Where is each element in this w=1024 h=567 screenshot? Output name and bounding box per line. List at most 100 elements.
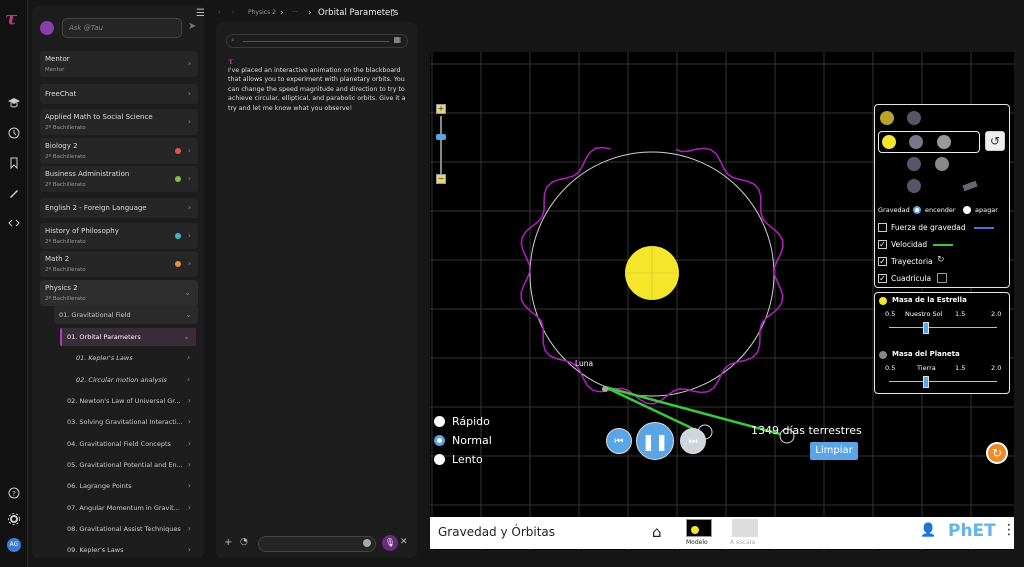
tree-item-circular-motion[interactable]: 02. Circular motion analysis ›: [76, 371, 196, 389]
collapse-sidebar-icon[interactable]: ☰: [196, 8, 205, 19]
star-mass-slider-thumb[interactable]: [923, 322, 929, 334]
sidebar-item-physics[interactable]: Physics 2 2º Bachillerato ⌄: [40, 280, 198, 306]
grid-checkbox[interactable]: ✓: [878, 274, 887, 283]
chevron-right-icon: ›: [187, 174, 191, 183]
tick-label: 1.5: [955, 364, 966, 372]
svg-text:?: ?: [12, 490, 16, 498]
pen-icon[interactable]: [6, 186, 22, 202]
history-icon[interactable]: [6, 126, 22, 142]
sidebar-item-mentor[interactable]: Mentor Mentor ›: [40, 51, 198, 77]
user-avatar[interactable]: AG: [7, 538, 21, 552]
tree-item-newtons-law[interactable]: 02. Newton's Law of Universal Gr... ›: [67, 392, 197, 410]
chat-bubble-icon[interactable]: ◔: [240, 537, 248, 547]
breadcrumb-separator: ›: [308, 8, 312, 18]
screen-scale-thumb[interactable]: [732, 519, 758, 537]
sidebar-item-philosophy[interactable]: History of Philosophy 2º Bachillerato ›: [40, 223, 198, 249]
add-icon[interactable]: +: [224, 537, 232, 548]
sidebar-item-applied-math[interactable]: Applied Math to Social Science 2º Bachil…: [40, 109, 198, 135]
tutor-avatar: [40, 21, 54, 35]
pause-button[interactable]: ❚❚: [636, 422, 674, 460]
help-icon[interactable]: ?: [6, 486, 22, 502]
sidebar-item-biology[interactable]: Biology 2 2º Bachillerato ›: [40, 138, 198, 164]
path-checkbox[interactable]: ✓: [878, 257, 887, 266]
sidebar-item-freechat[interactable]: FreeChat ›: [40, 84, 198, 104]
tau-logo[interactable]: τ: [5, 8, 17, 29]
breadcrumb-ellipsis[interactable]: ···: [292, 6, 298, 20]
tree-item-orbital-parameters[interactable]: 01. Orbital Parameters ⌄: [60, 328, 196, 346]
ask-input[interactable]: Ask @Tau: [62, 18, 182, 38]
velocity-checkbox[interactable]: ✓: [878, 240, 887, 249]
planet-mass-track: [889, 381, 997, 382]
preset-sun-icon[interactable]: [880, 111, 894, 125]
speed-radio-normal[interactable]: [434, 435, 445, 446]
tree-item-assist-techniques[interactable]: 08. Gravitational Assist Techniques ›: [67, 520, 197, 538]
rewind-button[interactable]: ⏮: [606, 428, 632, 454]
qr-icon[interactable]: ▦: [393, 35, 401, 44]
planet-mass-slider-thumb[interactable]: [923, 376, 929, 388]
tree-item-field-concepts[interactable]: 04. Gravitational Field Concepts ›: [67, 435, 197, 453]
bookmark-icon[interactable]: [6, 156, 22, 172]
mute-icon[interactable]: ✕: [400, 537, 408, 547]
gravity-force-checkbox[interactable]: [878, 223, 887, 232]
preset-selected[interactable]: [878, 131, 980, 153]
sidebar-item-label: Biology 2: [45, 142, 78, 150]
emoji-icon[interactable]: [363, 539, 371, 547]
menu-icon[interactable]: ⋮: [1002, 522, 1016, 538]
tree-item-potential-energy[interactable]: 05. Gravitational Potential and En... ›: [67, 456, 197, 474]
star-mass-title: Masa de la Estrella: [892, 296, 967, 304]
microphone-icon[interactable]: 🎙: [382, 535, 398, 551]
sidebar-item-business[interactable]: Business Administration 2º Bachillerato …: [40, 166, 198, 192]
phet-sim-canvas[interactable]: + − Luna 1349 días terrestres Limpiar Rá…: [430, 52, 1014, 550]
chat-search-bar[interactable]: ⌕ ▦: [226, 34, 408, 48]
clear-button[interactable]: Limpiar: [810, 442, 858, 460]
chevron-right-icon: ›: [187, 417, 191, 426]
speed-radio-fast[interactable]: [434, 416, 445, 427]
forward-icon[interactable]: ›: [232, 6, 234, 20]
sidebar-item-english[interactable]: English 2 - Foreign Language ›: [40, 198, 198, 218]
screen-scale-label: A escala: [730, 539, 756, 546]
checkbox-label: Trayectoria: [891, 257, 933, 266]
sidebar-item-sub: 2º Bachillerato: [45, 154, 86, 160]
breadcrumb-course[interactable]: Physics 2: [248, 6, 276, 20]
gravity-on-radio[interactable]: [913, 206, 921, 214]
tree-item-angular-momentum[interactable]: 07. Angular Momentum in Gravit... ›: [67, 499, 197, 517]
planet[interactable]: [602, 386, 608, 392]
speed-label: Lento: [452, 453, 483, 466]
bookmark-icon[interactable]: ▯: [390, 8, 395, 18]
tree-item-label: 01. Gravitational Field: [59, 311, 131, 319]
home-icon[interactable]: ⌂: [652, 523, 662, 541]
preset-planet-icon[interactable]: [907, 111, 921, 125]
tree-item-solving-gravitational[interactable]: 03. Solving Gravitational Interacti... ›: [67, 413, 197, 431]
preset-planet-icon[interactable]: [907, 179, 921, 193]
tree-item-lagrange-points[interactable]: 06. Lagrange Points ›: [67, 477, 197, 495]
breadcrumb-separator: ›: [280, 8, 284, 18]
send-icon[interactable]: ➤: [188, 21, 196, 32]
accessibility-icon[interactable]: 👤: [920, 523, 936, 538]
gear-icon[interactable]: [6, 512, 22, 528]
undo-button[interactable]: ↺: [985, 131, 1005, 151]
tree-item-label: 09. Kepler's Laws: [67, 546, 124, 554]
gravity-off-radio[interactable]: [963, 206, 971, 214]
checkbox-label: Cuadrícula: [891, 274, 932, 283]
sun-icon: [691, 526, 699, 534]
speed-radio-slow[interactable]: [434, 454, 445, 465]
tree-item-gravitational-field[interactable]: 01. Gravitational Field ⌄: [54, 306, 198, 324]
phet-logo[interactable]: PhET: [948, 521, 996, 541]
message-input[interactable]: [258, 536, 376, 552]
back-icon[interactable]: ‹: [218, 6, 220, 20]
preset-moon-icon[interactable]: [935, 157, 949, 171]
screen-model-thumb[interactable]: [686, 519, 712, 537]
code-icon[interactable]: [6, 216, 22, 232]
tree-item-keplers-laws-2[interactable]: 09. Kepler's Laws ›: [67, 541, 197, 558]
step-forward-button[interactable]: ⏭: [680, 428, 706, 454]
chevron-right-icon: ›: [186, 353, 190, 362]
tree-item-label: 04. Gravitational Field Concepts: [67, 440, 171, 448]
speed-label: Normal: [452, 434, 492, 447]
tree-item-keplers-laws[interactable]: 01. Kepler's Laws ›: [76, 349, 196, 367]
preset-planet-icon[interactable]: [907, 157, 921, 171]
satellite-icon[interactable]: [962, 180, 978, 192]
cap-icon[interactable]: [6, 96, 22, 112]
chevron-right-icon: ›: [187, 524, 191, 533]
reset-all-button[interactable]: ↻: [986, 442, 1008, 464]
sidebar-item-math[interactable]: Math 2 2º Bachillerato ›: [40, 251, 198, 277]
